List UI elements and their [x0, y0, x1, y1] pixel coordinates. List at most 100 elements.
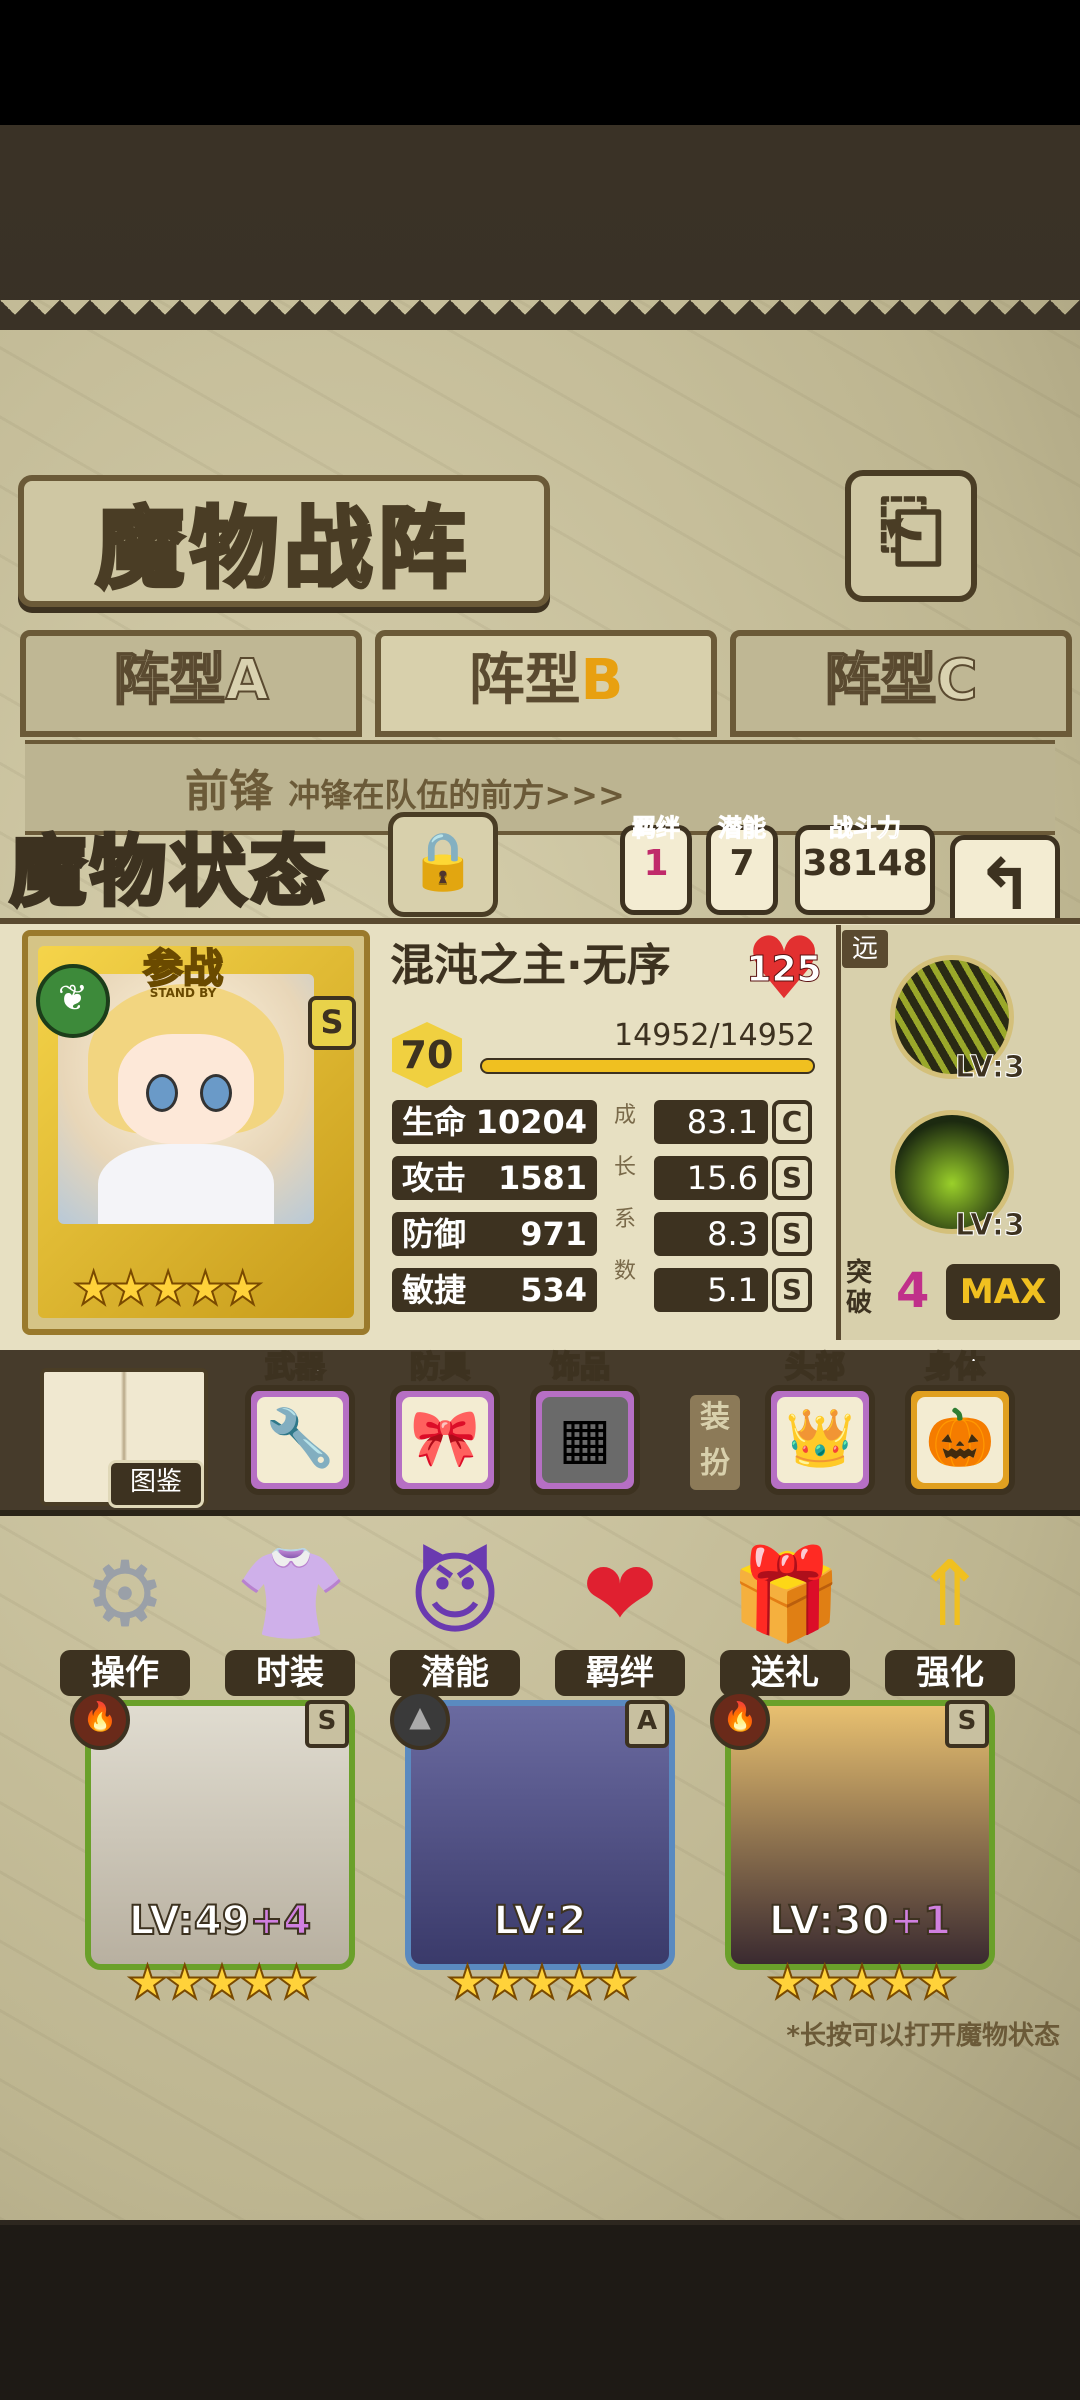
heart-icon: ❤	[582, 1542, 658, 1647]
bond-chip: 羁绊 1	[620, 814, 692, 915]
exit-button[interactable]: ⎗	[845, 470, 977, 602]
attribute-grade: C	[772, 1100, 812, 1144]
codex-label: 图鉴	[108, 1460, 204, 1508]
potential-chip: 潜能 7	[706, 814, 778, 915]
outfit-swap-button[interactable]: 装扮	[690, 1395, 740, 1490]
breakthrough-max-button[interactable]: MAX	[946, 1264, 1060, 1320]
page-title: 魔物战阵	[94, 495, 472, 602]
armor-slot-label: 防具	[409, 1349, 471, 1386]
bond-button[interactable]: ❤ 羁绊	[555, 1540, 685, 1700]
accessory-slot[interactable]: ▦	[530, 1385, 640, 1495]
potential-label: 潜能	[718, 814, 767, 843]
gift-button[interactable]: 🎁 送礼	[720, 1540, 850, 1700]
fashion-button[interactable]: 👚 时装	[225, 1540, 355, 1700]
portrait-face	[118, 1034, 254, 1144]
page-title-plate: 魔物战阵	[18, 475, 550, 607]
star-rating: ★★★★★	[72, 1260, 264, 1316]
lineup-stars: ★★★★★	[126, 1954, 318, 2010]
attribute-grade: S	[772, 1156, 812, 1200]
attribute-label: 敏捷 534	[392, 1268, 597, 1312]
attribute-growth: 5.1	[654, 1268, 768, 1312]
tab-formation-b[interactable]: 阵型B	[375, 630, 717, 737]
attribute-grade: S	[772, 1212, 812, 1256]
tab-letter: A	[224, 647, 269, 714]
affection-value: 125	[746, 949, 822, 991]
attribute-label: 生命 10204	[392, 1100, 597, 1144]
armor-slot[interactable]: 🎀	[390, 1385, 500, 1495]
attribute-value: 10204	[475, 1103, 587, 1141]
action-label: 时装	[225, 1650, 355, 1696]
growth-label-char: 成	[614, 1103, 637, 1128]
growth-coefficient-label: 成 长 系 数	[614, 1090, 637, 1298]
tab-formation-c[interactable]: 阵型C	[730, 630, 1072, 737]
tab-formation-a[interactable]: 阵型A	[20, 630, 362, 737]
bond-label: 羁绊	[632, 814, 681, 843]
stone-tablet-icon: ▦	[558, 1406, 612, 1471]
attribute-growth: 83.1	[654, 1100, 768, 1144]
lineup-level: LV:2	[411, 1897, 669, 1945]
wrench-icon: 🔧	[265, 1406, 335, 1471]
fire-element-icon: 🔥	[70, 1690, 130, 1750]
breakthrough-box: 突破 4 MAX	[846, 1258, 1066, 1324]
tab-letter: B	[580, 648, 624, 713]
action-label: 潜能	[390, 1650, 520, 1696]
potential-button[interactable]: 😈 潜能	[390, 1540, 520, 1700]
attribute-value: 971	[520, 1215, 587, 1253]
attribute-grade: S	[772, 1268, 812, 1312]
breakthrough-label: 突破	[846, 1258, 873, 1318]
lineup-grade: S	[305, 1700, 349, 1748]
potential-value: 7	[729, 843, 755, 884]
lineup-level: LV:49+4	[91, 1897, 349, 1945]
head-slot[interactable]: 👑	[765, 1385, 875, 1495]
portrait-eye	[146, 1074, 178, 1112]
power-chip: 战斗力 38148	[795, 814, 935, 915]
lineup-level-bonus: +4	[249, 1897, 312, 1945]
hp-bar-fill	[482, 1060, 813, 1072]
lineup-stars: ★★★★★	[446, 1954, 638, 2010]
attribute-label: 防御 971	[392, 1212, 597, 1256]
action-label: 强化	[885, 1650, 1015, 1696]
portrait-eye	[200, 1074, 232, 1112]
skill-level: LV:3	[955, 1208, 1026, 1244]
front-row-description: 冲锋在队伍的前方>>>	[288, 776, 625, 814]
leaf-element-icon: ❦	[36, 964, 110, 1038]
status-bar	[0, 0, 1080, 125]
weapon-slot-label: 武器	[264, 1349, 326, 1386]
bottom-strip	[0, 2225, 1080, 2400]
lineup-level: LV:30+1	[731, 1897, 989, 1945]
weapon-slot[interactable]: 🔧	[245, 1385, 355, 1495]
bow-ribbon-icon: 🎀	[410, 1406, 480, 1471]
attribute-growth: 8.3	[654, 1212, 768, 1256]
power-value: 38148	[802, 843, 928, 884]
lock-button[interactable]: 🔒	[388, 812, 498, 917]
monster-card[interactable]: 参战 STAND BY ❦ S ★★★★★	[22, 930, 370, 1335]
upgrade-arrows-icon: ⇑	[912, 1542, 988, 1647]
attribute-row-hp: 生命 10204 83.1 C	[392, 1100, 812, 1144]
growth-label-char: 数	[614, 1259, 637, 1284]
lineup-grade: S	[945, 1700, 989, 1748]
attribute-row-defense: 防御 971 8.3 S	[392, 1212, 812, 1256]
rank-badge: S	[308, 996, 356, 1050]
attribute-growth: 15.6	[654, 1156, 768, 1200]
body-slot[interactable]: 🎃	[905, 1385, 1015, 1495]
attribute-name: 攻击	[402, 1159, 467, 1197]
dark-element-icon: ▲	[390, 1690, 450, 1750]
gear-icon: ⚙	[84, 1542, 166, 1647]
operation-button[interactable]: ⚙ 操作	[60, 1540, 190, 1700]
standby-banner: 参战 STAND BY	[108, 936, 258, 1000]
hp-text: 14952/14952	[614, 1018, 815, 1053]
potential-icon: 😈	[408, 1542, 502, 1647]
return-arrow-icon: ↰	[975, 844, 1035, 926]
hp-bar	[480, 1058, 815, 1074]
breakthrough-value: 4	[896, 1263, 930, 1319]
status-panel-title: 魔物状态	[8, 825, 330, 918]
lineup-grade: A	[625, 1700, 669, 1748]
portrait-dress	[98, 1144, 274, 1224]
head-slot-label: 头部	[784, 1349, 846, 1386]
attribute-value: 534	[520, 1271, 587, 1309]
skill-level: LV:3	[955, 1050, 1026, 1086]
attribute-value: 1581	[497, 1159, 587, 1197]
decorative-edge	[0, 300, 1080, 330]
accessory-slot-label: 饰品	[549, 1349, 611, 1386]
upgrade-button[interactable]: ⇑ 强化	[885, 1540, 1015, 1700]
